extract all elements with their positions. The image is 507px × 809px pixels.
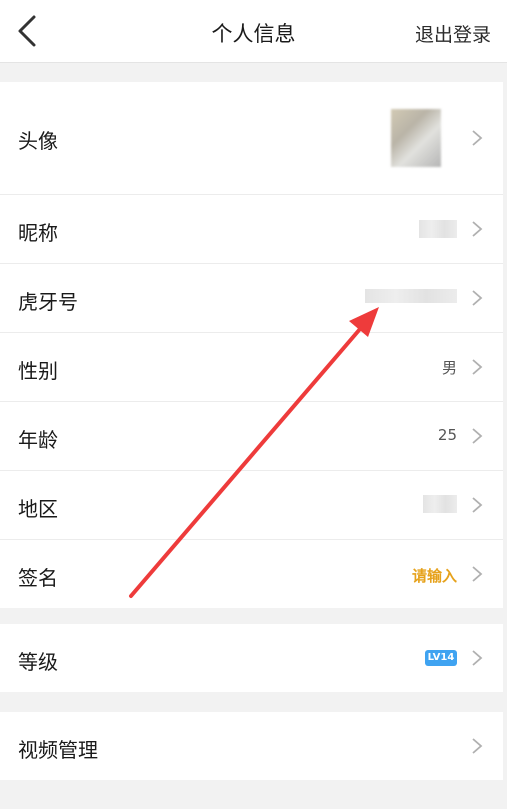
avatar-row[interactable]: 头像 (0, 82, 503, 195)
signature-placeholder: 请输入 (411, 567, 457, 585)
chevron-right-icon (472, 290, 483, 306)
level-label: 等级 (18, 650, 58, 674)
chevron-right-icon (472, 221, 483, 237)
video-management-label: 视频管理 (18, 738, 98, 762)
level-row[interactable]: 等级 LV14 (0, 624, 503, 692)
chevron-right-icon (472, 738, 483, 754)
age-row[interactable]: 年龄 25 (0, 402, 503, 471)
chevron-right-icon (472, 359, 483, 375)
gender-value: 男 (441, 359, 457, 377)
video-group: 视频管理 (0, 712, 503, 780)
huya-id-label: 虎牙号 (18, 290, 78, 314)
nickname-row[interactable]: 昵称 (0, 195, 503, 264)
avatar-label: 头像 (18, 129, 58, 153)
region-value-blurred (423, 495, 457, 513)
signature-label: 签名 (18, 566, 58, 590)
video-management-row[interactable]: 视频管理 (0, 712, 503, 780)
profile-group: 头像 昵称 虎牙号 性别 男 年龄 25 地区 签名 请输入 (0, 82, 503, 608)
nickname-label: 昵称 (18, 221, 58, 245)
region-label: 地区 (18, 497, 58, 521)
chevron-right-icon (472, 650, 483, 666)
logout-button[interactable]: 退出登录 (415, 20, 491, 47)
nickname-value-blurred (419, 220, 457, 238)
age-value: 25 (437, 426, 457, 444)
chevron-right-icon (472, 130, 483, 146)
gender-label: 性别 (18, 359, 58, 383)
avatar[interactable] (391, 109, 441, 167)
region-row[interactable]: 地区 (0, 471, 503, 540)
gender-row[interactable]: 性别 男 (0, 333, 503, 402)
huya-id-value-blurred (365, 289, 457, 303)
level-badge: LV14 (425, 650, 457, 666)
age-label: 年龄 (18, 428, 58, 452)
chevron-right-icon (472, 497, 483, 513)
chevron-right-icon (472, 566, 483, 582)
signature-row[interactable]: 签名 请输入 (0, 540, 503, 608)
chevron-right-icon (472, 428, 483, 444)
huya-id-row[interactable]: 虎牙号 (0, 264, 503, 333)
level-group: 等级 LV14 (0, 624, 503, 692)
top-bar: 个人信息 退出登录 (0, 0, 507, 63)
